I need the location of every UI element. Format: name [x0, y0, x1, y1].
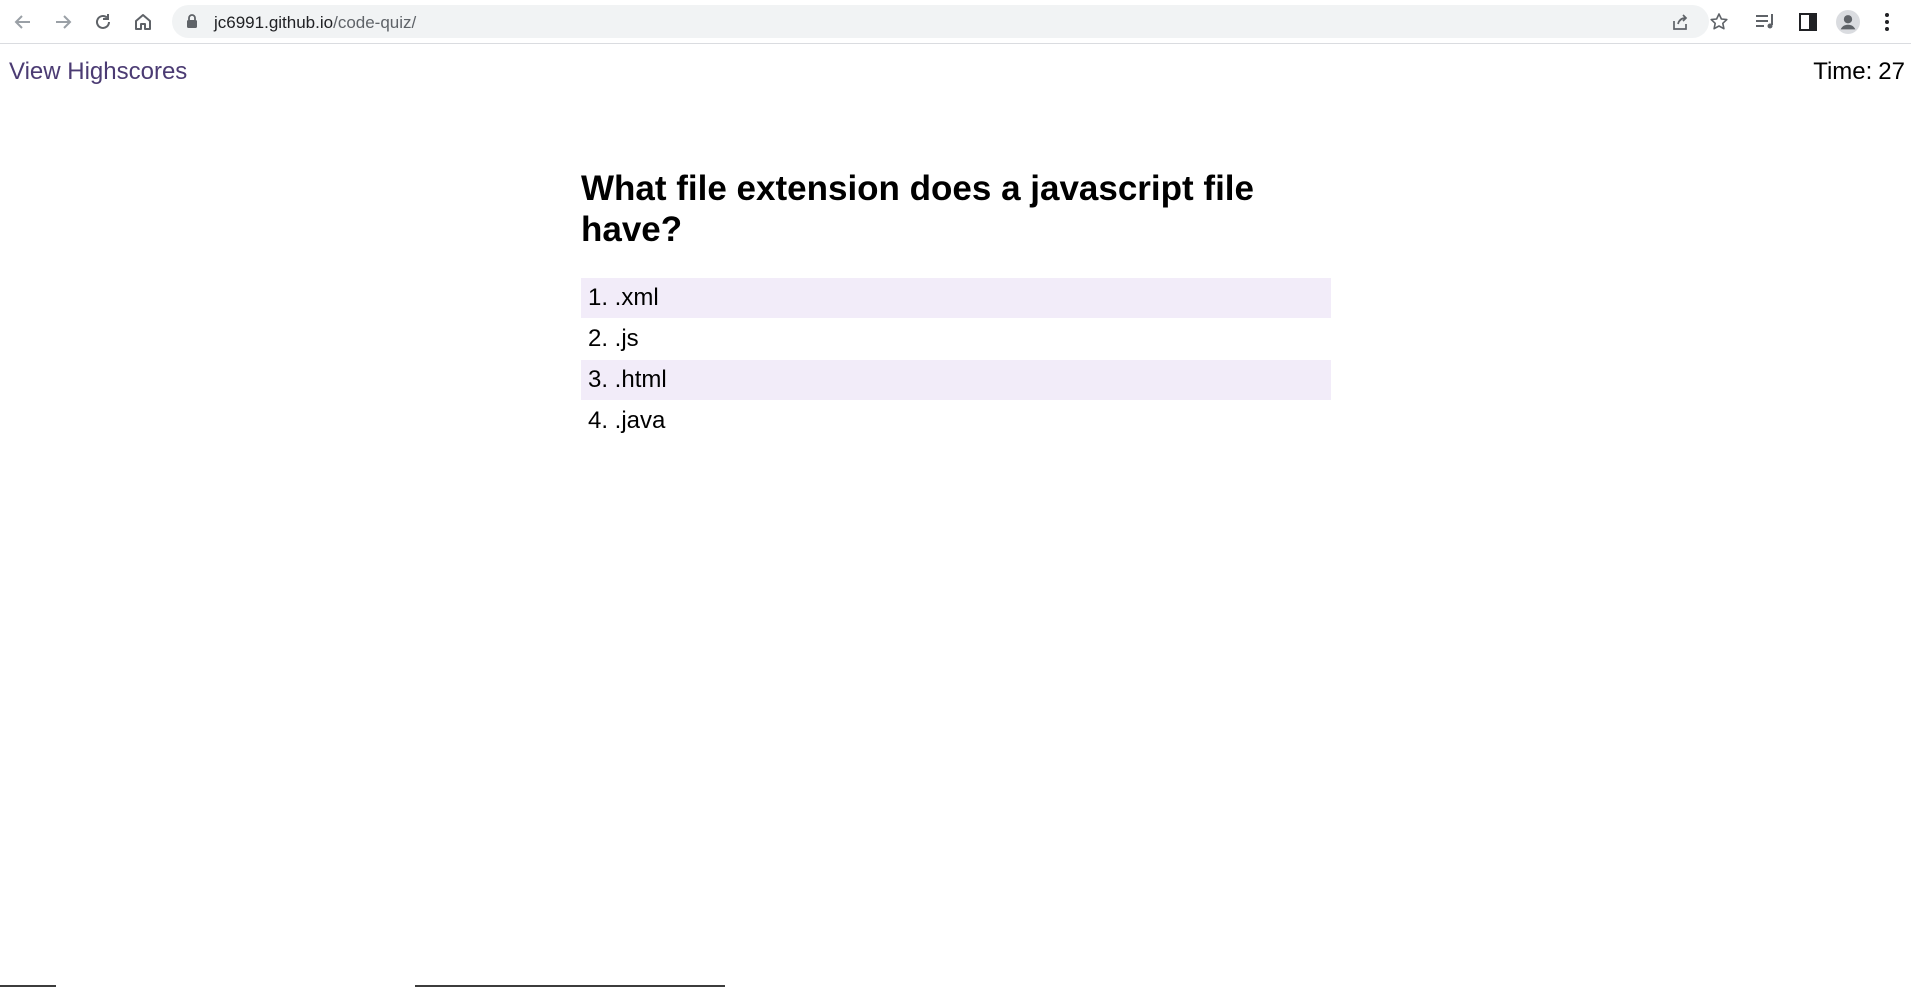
answer-list: 1. .xml 2. .js 3. .html 4. .java [581, 278, 1331, 441]
reload-icon[interactable] [90, 9, 116, 35]
forward-icon[interactable] [50, 9, 76, 35]
profile-avatar-icon[interactable] [1836, 10, 1860, 34]
url-text[interactable]: jc6991.github.io/code-quiz/ [214, 13, 416, 33]
browser-toolbar: jc6991.github.io/code-quiz/ [0, 0, 1911, 44]
url-path: /code-quiz/ [333, 13, 417, 32]
back-icon[interactable] [10, 9, 36, 35]
answer-option-4[interactable]: 4. .java [581, 401, 1331, 441]
answer-option-1[interactable]: 1. .xml [581, 278, 1331, 318]
side-panel-icon[interactable] [1796, 10, 1820, 34]
question-text: What file extension does a javascript fi… [581, 169, 1254, 249]
media-queue-icon[interactable] [1754, 10, 1778, 34]
timer: Time: 27 [1813, 58, 1905, 86]
home-icon[interactable] [130, 9, 156, 35]
quiz-page: View Highscores Time: 27 What file extens… [0, 45, 1911, 987]
question-card: What file extension does a javascript fi… [581, 168, 1331, 442]
bookmark-star-icon[interactable] [1709, 12, 1729, 32]
answer-option-3[interactable]: 3. .html [581, 360, 1331, 400]
answer-option-2[interactable]: 2. .js [581, 319, 1331, 359]
lock-icon[interactable] [186, 14, 198, 33]
url-host: jc6991.github.io [214, 13, 334, 32]
timer-label: Time: [1813, 58, 1873, 85]
timer-value: 27 [1878, 58, 1905, 85]
view-highscores-link[interactable]: View Highscores [9, 58, 187, 86]
address-bar[interactable]: jc6991.github.io/code-quiz/ [172, 5, 1728, 38]
share-icon[interactable] [1670, 12, 1690, 32]
more-menu-icon[interactable] [1875, 10, 1899, 34]
